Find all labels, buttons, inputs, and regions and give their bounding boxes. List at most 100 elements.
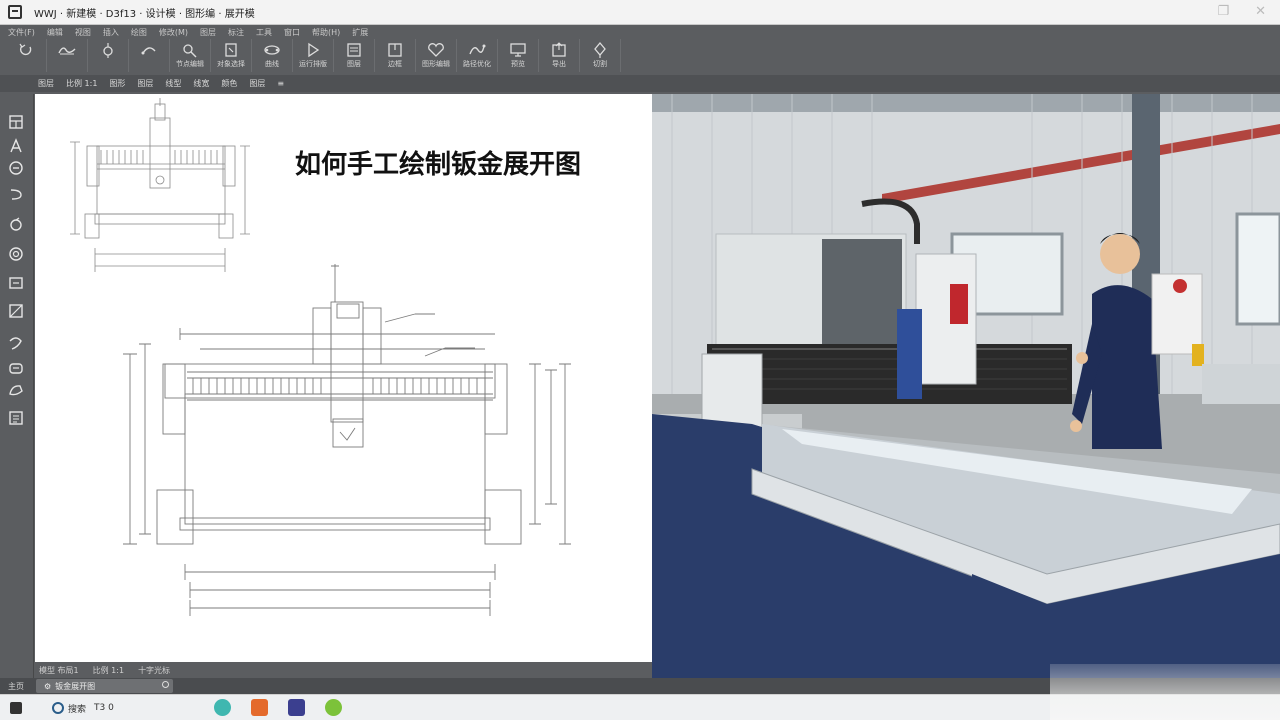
node-edit-icon	[183, 44, 197, 58]
tool-label: 导出	[552, 60, 566, 68]
factory-photo	[652, 94, 1280, 678]
ellipse-icon[interactable]	[8, 246, 24, 262]
text-icon[interactable]	[8, 138, 24, 154]
menu-item-insert[interactable]: 插入	[103, 27, 119, 38]
tool-path[interactable]: 路径优化	[457, 39, 498, 72]
prop-lineweight[interactable]: 线宽	[193, 78, 209, 89]
tool-label: 切割	[593, 60, 607, 68]
prop-layer-2[interactable]: 图层	[137, 78, 153, 89]
compass-icon	[594, 42, 606, 58]
title-bar: WWJ · 新建模 · D3f13 · 设计模 · 图形编 · 展开模 ❐ ✕	[0, 0, 1280, 25]
laser-cutting-machine-image	[652, 94, 1280, 678]
menu-bar: 文件(F) 编辑 视图 插入 绘图 修改(M) 图层 标注 工具 窗口 帮助(H…	[0, 25, 1280, 39]
region-icon[interactable]	[8, 382, 24, 398]
freehand-icon	[58, 47, 76, 55]
tool-label: 图层	[347, 60, 361, 68]
restore-icon[interactable]: ❐	[1217, 4, 1229, 19]
tool-rotate[interactable]	[6, 39, 47, 72]
menu-item-dimension[interactable]: 标注	[228, 27, 244, 38]
tool-run[interactable]: 运行排版	[293, 39, 334, 72]
chrome-app-icon[interactable]	[325, 699, 342, 716]
tool-node-edit[interactable]: 节点编辑	[170, 39, 211, 72]
circle-minus-icon[interactable]	[8, 160, 24, 176]
tool-curve[interactable]	[129, 39, 170, 72]
bezier-icon	[264, 45, 280, 55]
layer-icon	[347, 43, 361, 57]
hatch-icon[interactable]	[8, 360, 24, 376]
window-title: WWJ · 新建模 · D3f13 · 设计模 · 图形编 · 展开模	[34, 8, 255, 20]
office-app-icon[interactable]	[251, 699, 268, 716]
search-icon	[52, 702, 64, 714]
monitor-icon	[510, 43, 526, 57]
cad-app-icon[interactable]	[288, 699, 305, 716]
status-cursor[interactable]: 十字光标	[138, 665, 170, 676]
tool-label: 路径优化	[463, 60, 491, 68]
tool-label: 边框	[388, 60, 402, 68]
close-icon[interactable]: ✕	[1255, 4, 1266, 19]
tool-cut[interactable]: 切割	[580, 39, 621, 72]
main-toolbar: 节点编辑 对象选择 曲线 运行排版 图层 边框 图形编辑 路径优化 预览 导出 …	[0, 39, 1280, 74]
menu-item-edit[interactable]: 编辑	[47, 27, 63, 38]
tool-bezier[interactable]: 曲线	[252, 39, 293, 72]
polygon-icon[interactable]	[8, 303, 24, 319]
arc-icon[interactable]	[8, 186, 24, 202]
spline-icon[interactable]	[8, 335, 24, 351]
tool-freehand[interactable]	[47, 39, 88, 72]
prop-color[interactable]: 颜色	[221, 78, 237, 89]
status-scale[interactable]: 比例 1:1	[93, 665, 124, 676]
edge-app-icon[interactable]	[214, 699, 231, 716]
prop-shape[interactable]: 图形	[109, 78, 125, 89]
menu-item-file[interactable]: 文件(F)	[8, 27, 35, 38]
tool-export[interactable]: 导出	[539, 39, 580, 72]
block-icon[interactable]	[8, 410, 24, 426]
menu-item-window[interactable]: 窗口	[284, 27, 300, 38]
document-title: 如何手工绘制钣金展开图	[295, 150, 582, 180]
gear-icon: ⚙	[44, 681, 52, 691]
menu-item-layer[interactable]: 图层	[200, 27, 216, 38]
prop-layer-3[interactable]: 图层	[249, 78, 265, 89]
tool-select[interactable]: 对象选择	[211, 39, 252, 72]
prop-layer[interactable]: 图层	[38, 78, 54, 89]
tool-label: 节点编辑	[176, 60, 204, 68]
frame-icon	[388, 43, 402, 57]
task-view-label: T3 0	[94, 703, 114, 713]
prop-linetype[interactable]: 线型	[165, 78, 181, 89]
menu-item-tools[interactable]: 工具	[256, 27, 272, 38]
search-button[interactable]: 搜索	[52, 700, 86, 716]
tool-pen[interactable]	[88, 39, 129, 72]
drawing-canvas[interactable]: 如何手工绘制钣金展开图	[35, 94, 652, 662]
menu-item-extend[interactable]: 扩展	[352, 27, 368, 38]
document-tab[interactable]: ⚙ 钣金展开图	[36, 679, 173, 693]
menu-item-view[interactable]: 视图	[75, 27, 91, 38]
tool-label: 预览	[511, 60, 525, 68]
table-icon[interactable]	[8, 114, 24, 130]
tool-label: 对象选择	[217, 60, 245, 68]
app-logo-icon[interactable]	[8, 5, 22, 19]
tool-shape-edit[interactable]: 图形编辑	[416, 39, 457, 72]
task-view-button[interactable]: T3 0	[90, 700, 114, 716]
menu-item-help[interactable]: 帮助(H)	[312, 27, 340, 38]
tool-label: 曲线	[265, 60, 279, 68]
property-bar: 图层 比例 1:1 图形 图层 线型 线宽 颜色 图层 ≡	[0, 75, 1280, 92]
tool-layer[interactable]: 图层	[334, 39, 375, 72]
menu-item-modify[interactable]: 修改(M)	[159, 27, 188, 38]
pen-icon	[103, 43, 113, 58]
circle-icon[interactable]	[8, 216, 24, 232]
tool-frame[interactable]: 边框	[375, 39, 416, 72]
document-tab-label: 钣金展开图	[55, 681, 96, 691]
rectangle-icon[interactable]	[8, 275, 24, 291]
start-button[interactable]	[10, 700, 26, 716]
play-icon	[308, 42, 320, 58]
tool-label: 运行排版	[299, 60, 327, 68]
prop-scale[interactable]: 比例 1:1	[66, 78, 97, 89]
menu-icon[interactable]: ≡	[277, 79, 284, 88]
system-tray	[1050, 664, 1280, 720]
select-icon	[225, 43, 237, 57]
status-layout[interactable]: 模型 布局1	[39, 665, 79, 676]
home-tab[interactable]: 主页	[8, 681, 24, 692]
close-tab-icon[interactable]	[162, 681, 169, 688]
menu-item-draw[interactable]: 绘图	[131, 27, 147, 38]
windows-icon	[10, 702, 22, 714]
tool-preview[interactable]: 预览	[498, 39, 539, 72]
export-icon	[552, 42, 566, 57]
